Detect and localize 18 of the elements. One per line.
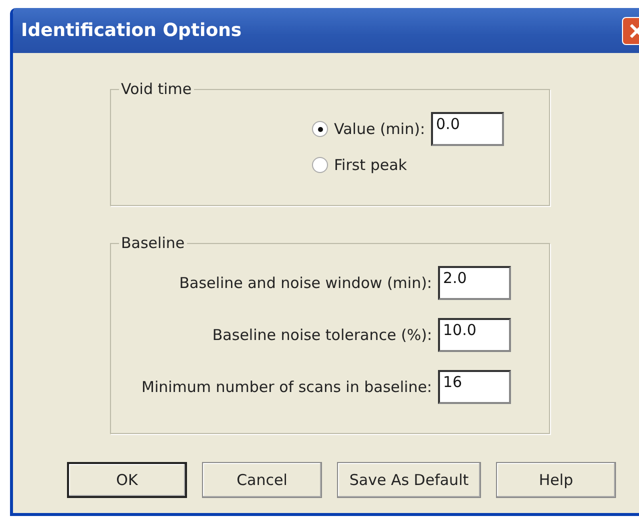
- radio-button[interactable]: [312, 121, 328, 137]
- field-label: Baseline and noise window (min):: [179, 274, 432, 292]
- dialog-button[interactable]: Save As Default: [337, 462, 481, 498]
- value-field[interactable]: 10.0: [438, 318, 511, 352]
- group-title: Baseline: [120, 234, 186, 252]
- dialog-button[interactable]: Cancel: [202, 462, 322, 498]
- field-label: Minimum number of scans in baseline:: [142, 378, 432, 396]
- value-field[interactable]: 16: [438, 370, 511, 404]
- field-label: Baseline noise tolerance (%):: [212, 326, 432, 344]
- option-label: First peak: [334, 156, 407, 174]
- value-field[interactable]: 0.0: [431, 112, 504, 146]
- value-field[interactable]: 2.0: [438, 266, 511, 300]
- dialog-button[interactable]: Help: [496, 462, 616, 498]
- dialog-button[interactable]: OK: [67, 462, 187, 498]
- radio-button[interactable]: [312, 157, 328, 173]
- option-label: Value (min):: [334, 120, 426, 138]
- window-title: Identification Options: [21, 20, 242, 41]
- group-title: Void time: [120, 80, 193, 98]
